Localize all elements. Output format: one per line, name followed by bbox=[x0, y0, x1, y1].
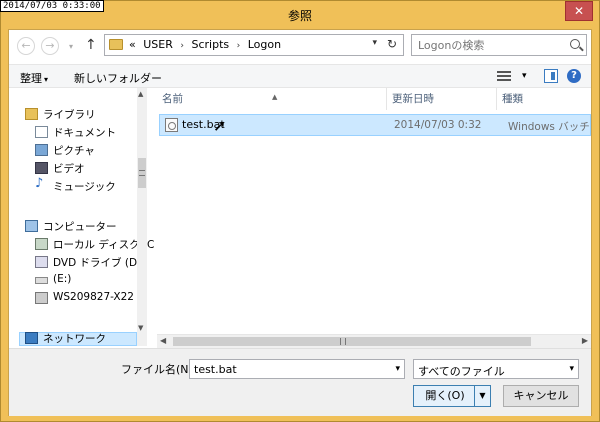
nav-item-label: ピクチャ bbox=[53, 145, 95, 157]
grip-icon bbox=[139, 170, 145, 176]
open-button[interactable]: 開く(O) ▼ bbox=[413, 385, 491, 407]
search-icon[interactable] bbox=[570, 39, 580, 49]
dvd-drive-icon bbox=[35, 256, 48, 268]
drive-e-icon bbox=[35, 277, 48, 284]
sort-ascending-icon: ▲ bbox=[272, 93, 278, 101]
nav-item-label: ビデオ bbox=[53, 163, 85, 175]
dialog-window: 参照 ✕ ← → ▾ ↑ « USER › Scripts › Logon ▾ … bbox=[0, 0, 600, 422]
folder-icon bbox=[109, 39, 123, 50]
network-icon bbox=[25, 332, 38, 344]
column-header-label: 名前 bbox=[162, 93, 183, 105]
command-toolbar: 整理 ▾ 新しいフォルダー ▾ ? bbox=[9, 64, 591, 88]
breadcrumb-user[interactable]: USER bbox=[143, 38, 173, 51]
chevron-down-icon[interactable]: ▾ bbox=[569, 364, 574, 374]
libraries-icon bbox=[25, 108, 38, 120]
horizontal-scrollbar[interactable]: ◀ ▶ bbox=[157, 334, 591, 348]
view-options-dropdown[interactable]: ▾ bbox=[522, 71, 527, 81]
breadcrumb-separator-icon[interactable]: › bbox=[237, 41, 241, 51]
grip-icon bbox=[340, 338, 346, 345]
organize-button[interactable]: 整理 ▾ bbox=[20, 70, 48, 86]
search-box[interactable] bbox=[411, 34, 587, 56]
navigation-pane: ライブラリ ドキュメント ピクチャ ビデオ ♪ ミュージック コンピューター ロ… bbox=[9, 88, 154, 346]
nav-item-label: WS209827-X22 bbox=[53, 291, 134, 303]
scroll-down-icon[interactable]: ▼ bbox=[138, 324, 143, 332]
breadcrumb-overflow[interactable]: « bbox=[129, 38, 136, 51]
videos-icon bbox=[35, 162, 48, 174]
up-button[interactable]: ↑ bbox=[85, 37, 97, 53]
nav-item-label: ライブラリ bbox=[43, 109, 96, 121]
forward-button[interactable]: → bbox=[41, 37, 59, 55]
scroll-left-icon[interactable]: ◀ bbox=[160, 336, 166, 345]
music-icon: ♪ bbox=[35, 176, 44, 191]
nav-item-label: ネットワーク bbox=[43, 333, 106, 345]
breadcrumb-separator-icon[interactable]: › bbox=[180, 41, 184, 51]
close-button[interactable]: ✕ bbox=[565, 1, 593, 21]
nav-item-label: ミュージック bbox=[53, 181, 116, 193]
scroll-right-icon[interactable]: ▶ bbox=[582, 336, 588, 345]
nav-scrollbar[interactable]: ▲ ▼ bbox=[137, 88, 147, 346]
column-header-name[interactable]: 名前 ▲ bbox=[157, 88, 387, 110]
address-row: ← → ▾ ↑ « USER › Scripts › Logon ▾ ↻ bbox=[9, 30, 591, 64]
search-input[interactable] bbox=[418, 38, 564, 52]
batch-file-icon bbox=[165, 118, 178, 132]
cancel-button[interactable]: キャンセル bbox=[503, 385, 579, 407]
dialog-client: ← → ▾ ↑ « USER › Scripts › Logon ▾ ↻ Log… bbox=[8, 29, 592, 416]
open-button-label: 開く(O) bbox=[425, 389, 465, 402]
new-folder-button[interactable]: 新しいフォルダー bbox=[74, 70, 162, 86]
file-list: 名前 ▲ 更新日時 種類 test.bat 2014/07/03 0:32 Wi… bbox=[157, 88, 592, 346]
address-dropdown-icon[interactable]: ▾ bbox=[372, 38, 377, 48]
nav-item-label: ドキュメント bbox=[53, 127, 116, 139]
breadcrumb: « USER › Scripts › Logon bbox=[129, 38, 285, 51]
back-button[interactable]: ← bbox=[17, 37, 35, 55]
breadcrumb-logon[interactable]: Logon bbox=[248, 38, 281, 51]
nav-item-label: DVD ドライブ (D:) bbox=[53, 257, 145, 269]
open-split-dropdown[interactable]: ▼ bbox=[474, 386, 490, 406]
organize-label: 整理 bbox=[20, 72, 42, 85]
help-icon[interactable]: ? bbox=[567, 69, 581, 83]
chevron-down-icon: ▾ bbox=[44, 75, 49, 84]
preview-pane-icon[interactable] bbox=[544, 69, 558, 83]
column-header-date[interactable]: 更新日時 bbox=[387, 88, 497, 110]
filename-combo[interactable]: test.bat ▾ bbox=[189, 359, 405, 379]
scroll-up-icon[interactable]: ▲ bbox=[138, 90, 143, 98]
refresh-button[interactable]: ↻ bbox=[387, 37, 397, 51]
dialog-footer: ファイル名(N): test.bat ▾ すべてのファイル ▾ 開く(O) ▼ … bbox=[9, 348, 591, 416]
nav-item-label: コンピューター bbox=[43, 221, 117, 233]
chevron-down-icon[interactable]: ▾ bbox=[395, 364, 400, 374]
nav-item-label: (E:) bbox=[53, 273, 72, 285]
computer-icon bbox=[25, 220, 38, 232]
local-disk-icon bbox=[35, 238, 48, 250]
file-type-filter[interactable]: すべてのファイル ▾ bbox=[413, 359, 579, 379]
recent-locations-dropdown[interactable]: ▾ bbox=[69, 42, 73, 51]
column-header-type[interactable]: 種類 bbox=[497, 88, 591, 110]
address-bar[interactable]: « USER › Scripts › Logon ▾ ↻ bbox=[104, 34, 404, 56]
mouse-cursor-icon: ➚ bbox=[213, 116, 227, 135]
breadcrumb-scripts[interactable]: Scripts bbox=[191, 38, 229, 51]
network-share-icon bbox=[35, 292, 48, 304]
change-view-icon[interactable] bbox=[497, 70, 511, 82]
file-type: Windows バッチ フ... bbox=[508, 121, 592, 133]
filename-input[interactable]: test.bat bbox=[194, 363, 237, 376]
documents-icon bbox=[35, 126, 48, 138]
horizontal-scroll-thumb[interactable] bbox=[173, 337, 531, 346]
timestamp-overlay: 2014/07/03 0:33:00 bbox=[0, 0, 104, 12]
file-date: 2014/07/03 0:32 bbox=[394, 119, 482, 131]
filename-label: ファイル名(N): bbox=[121, 363, 197, 376]
pictures-icon bbox=[35, 144, 48, 156]
file-type-filter-value: すべてのファイル bbox=[418, 365, 505, 378]
